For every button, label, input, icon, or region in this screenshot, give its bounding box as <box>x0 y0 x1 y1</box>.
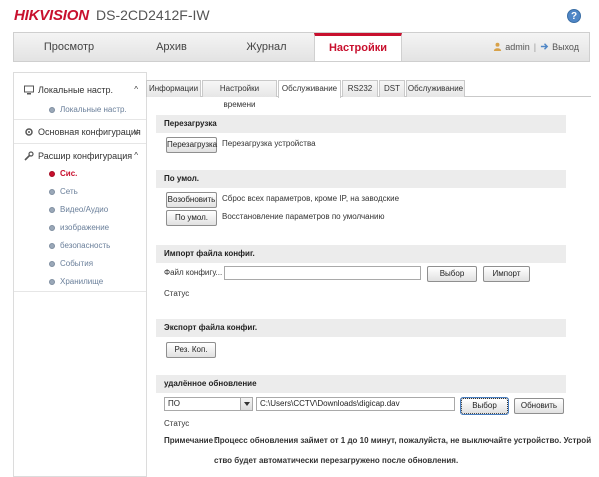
tab-rs232[interactable]: RS232 <box>342 80 378 97</box>
upgrade-type-value: ПО <box>168 399 180 408</box>
divider <box>14 119 146 120</box>
section-reboot-title: Перезагрузка <box>156 115 566 133</box>
username[interactable]: admin <box>505 42 530 52</box>
reboot-description: Перезагрузка устройства <box>222 139 316 148</box>
bullet-icon <box>49 107 55 113</box>
bullet-icon <box>49 171 55 177</box>
import-button[interactable]: Импорт <box>483 266 530 282</box>
import-browse-button[interactable]: Выбор <box>427 266 477 282</box>
sidebar-item-image[interactable]: изображение <box>14 219 146 237</box>
monitor-icon <box>24 85 34 95</box>
bullet-icon <box>49 279 55 285</box>
sidebar-item-system[interactable]: Сис. <box>14 165 146 183</box>
chevron-down-icon: v <box>134 127 138 136</box>
backup-button[interactable]: Рез. Коп. <box>166 342 216 358</box>
config-file-label: Файл конфигу... <box>164 268 223 277</box>
note-line-1: Процесс обновления займет от 1 до 10 мин… <box>214 436 592 445</box>
tab-maintenance[interactable]: Обслуживание <box>278 80 341 98</box>
nav-user-area: admin | Выход <box>493 33 579 61</box>
nav-playback[interactable]: Архив <box>124 33 219 61</box>
sidebar-item-security[interactable]: безопасность <box>14 237 146 255</box>
reboot-button[interactable]: Перезагрузка <box>166 137 217 153</box>
sidebar-local-settings[interactable]: Локальные настр. ^ <box>14 79 146 101</box>
restore-description: Сброс всех параметров, кроме IP, на заво… <box>222 194 400 203</box>
upgrade-type-select[interactable]: ПО <box>164 397 253 411</box>
sidebar-advanced-config[interactable]: Расшир конфигурация ^ <box>14 145 146 167</box>
bullet-icon <box>49 225 55 231</box>
main-nav: Просмотр Архив Журнал Настройки admin | Вы… <box>13 32 590 62</box>
chevron-up-icon: ^ <box>134 151 138 160</box>
top-header: HIKVISION DS-2CD2412F-IW ? <box>0 0 599 30</box>
divider <box>14 143 146 144</box>
section-export-title: Экспорт файла конфиг. <box>156 319 566 337</box>
restore-button[interactable]: Возобновить <box>166 192 217 208</box>
sidebar-basic-config[interactable]: Основная конфигурация v <box>14 121 146 143</box>
sidebar-item-events[interactable]: События <box>14 255 146 273</box>
note-label: Примечание : <box>164 436 218 445</box>
config-file-input[interactable] <box>224 266 421 280</box>
upgrade-button[interactable]: Обновить <box>514 398 564 414</box>
nav-separator: | <box>533 42 537 52</box>
divider <box>14 291 146 292</box>
tab-device-info[interactable]: Информации <box>146 80 201 97</box>
nav-live-view[interactable]: Просмотр <box>14 33 124 61</box>
tab-service[interactable]: Обслуживание <box>406 80 465 97</box>
default-description: Восстановление параметров по умолчанию <box>222 212 385 221</box>
bullet-icon <box>49 261 55 267</box>
wrench-icon <box>24 151 34 161</box>
logout-link[interactable]: Выход <box>552 42 579 52</box>
bullet-icon <box>49 207 55 213</box>
upgrade-status-label: Статус <box>164 419 190 428</box>
chevron-down-icon <box>240 398 252 410</box>
section-upgrade-title: удалённое обновление <box>156 375 566 393</box>
note-line-2: ство будет автоматически перезагружено п… <box>214 456 459 465</box>
default-button[interactable]: По умол. <box>166 210 217 226</box>
nav-configuration[interactable]: Настройки <box>314 33 402 61</box>
system-tabs: Информации Настройки времени Обслуживани… <box>146 80 591 109</box>
bullet-icon <box>49 243 55 249</box>
gear-icon <box>25 128 33 136</box>
brand-logo: HIKVISION <box>14 7 89 24</box>
upgrade-browse-button[interactable]: Выбор <box>460 397 509 415</box>
upgrade-file-path[interactable]: C:\Users\CCTV\Downloads\digicap.dav <box>256 397 455 411</box>
sidebar-item-local[interactable]: Локальные настр. <box>14 101 146 119</box>
section-import-title: Импорт файла конфиг. <box>156 245 566 263</box>
sidebar-item-storage[interactable]: Хранилище <box>14 273 146 291</box>
chevron-up-icon: ^ <box>134 85 138 94</box>
tab-time-settings[interactable]: Настройки времени <box>202 80 277 109</box>
import-status-label: Статус <box>164 289 190 298</box>
user-icon <box>494 42 502 51</box>
logout-icon <box>540 43 549 50</box>
sidebar-item-network[interactable]: Сеть <box>14 183 146 201</box>
nav-log[interactable]: Журнал <box>219 33 314 61</box>
help-icon[interactable]: ? <box>567 9 581 23</box>
device-model: DS-2CD2412F-IW <box>96 7 210 23</box>
bullet-icon <box>49 189 55 195</box>
section-default-title: По умол. <box>156 170 566 188</box>
sidebar: Локальные настр. ^ Локальные настр. Осно… <box>13 72 147 477</box>
sidebar-item-video-audio[interactable]: Видео/Аудио <box>14 201 146 219</box>
tab-dst[interactable]: DST <box>379 80 405 97</box>
